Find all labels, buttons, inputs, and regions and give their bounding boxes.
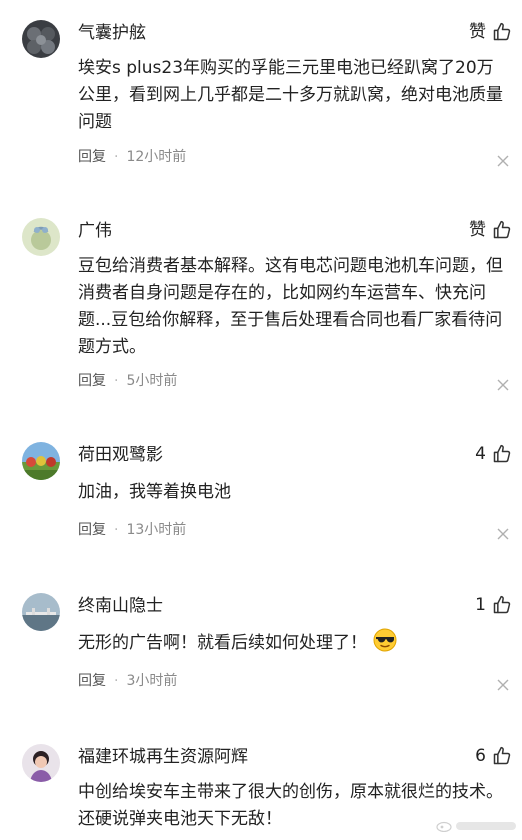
comment-meta: 回复 · 13小时前	[78, 522, 187, 538]
like-count: 6	[475, 746, 486, 766]
comment-text: 豆包给消费者基本解释。这有电芯问题电池机车问题，但消费者自身问题是存在的，比如网…	[78, 256, 503, 357]
close-icon[interactable]	[496, 377, 510, 391]
thumbs-up-icon	[492, 746, 512, 766]
timestamp: 13小时前	[126, 522, 187, 538]
username[interactable]: 荷田观鹭影	[78, 444, 163, 466]
comment-text: 加油，我等着换电池	[78, 482, 231, 502]
like-button[interactable]: 6	[475, 744, 512, 768]
avatar[interactable]	[22, 442, 60, 480]
comment-text-content: 无形的广告啊！就看后续如何处理了！	[78, 633, 367, 653]
like-button[interactable]: 4	[475, 442, 512, 466]
avatar[interactable]	[22, 20, 60, 58]
comment-meta: 回复 · 5小时前	[78, 373, 178, 389]
username[interactable]: 气囊护舷	[78, 22, 146, 44]
close-icon[interactable]	[496, 677, 510, 691]
thumbs-up-icon	[492, 22, 512, 42]
like-count: 1	[475, 595, 486, 615]
sunglasses-emoji-icon	[373, 628, 397, 661]
close-icon[interactable]	[496, 526, 510, 540]
username[interactable]: 福建环城再生资源阿辉	[78, 746, 248, 768]
comment-meta: 回复 · 3小时前	[78, 673, 178, 689]
like-label: 赞	[469, 220, 486, 240]
reply-button[interactable]: 回复	[78, 373, 106, 389]
like-button[interactable]: 1	[475, 593, 512, 617]
username[interactable]: 终南山隐士	[78, 595, 163, 617]
timestamp: 3小时前	[126, 673, 178, 689]
username[interactable]: 广伟	[78, 220, 112, 242]
avatar[interactable]	[22, 593, 60, 631]
thumbs-up-icon	[492, 595, 512, 615]
like-count: 4	[475, 444, 486, 464]
thumbs-up-icon	[492, 220, 512, 240]
reply-button[interactable]: 回复	[78, 673, 106, 689]
watermark	[436, 820, 516, 832]
avatar[interactable]	[22, 744, 60, 782]
comment-text: 无形的广告啊！就看后续如何处理了！	[78, 628, 508, 661]
reply-button[interactable]: 回复	[78, 522, 106, 538]
comment-meta: 回复 · 12小时前	[78, 149, 187, 165]
avatar[interactable]	[22, 218, 60, 256]
close-icon[interactable]	[496, 153, 510, 167]
thumbs-up-icon	[492, 444, 512, 464]
like-button[interactable]: 赞	[469, 218, 512, 242]
timestamp: 5小时前	[126, 373, 178, 389]
timestamp: 12小时前	[126, 149, 187, 165]
like-label: 赞	[469, 22, 486, 42]
comment-text: 埃安s plus23年购买的孚能三元里电池已经趴窝了20万公里，看到网上几乎都是…	[78, 58, 503, 132]
reply-button[interactable]: 回复	[78, 149, 106, 165]
like-button[interactable]: 赞	[469, 20, 512, 44]
